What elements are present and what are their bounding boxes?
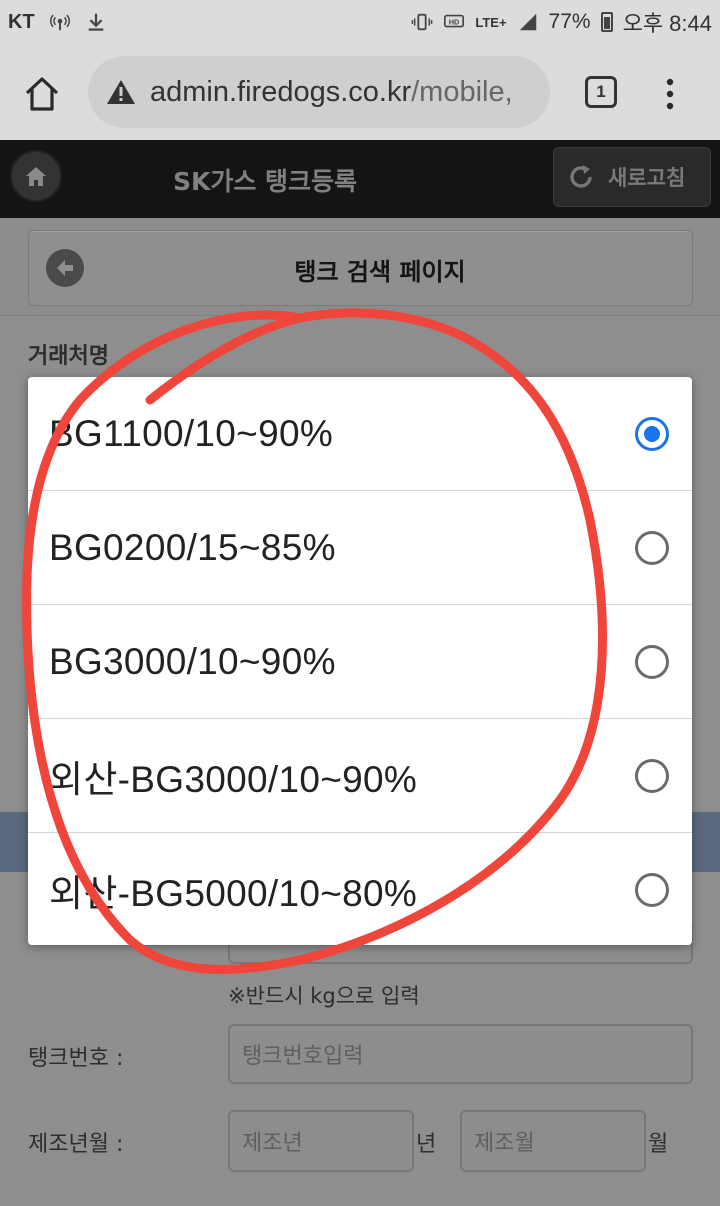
radio-button[interactable] [635,644,669,679]
weight-note: ※반드시 kg으로 입력 [228,984,420,1008]
refresh-label: 새로고침 [608,166,686,190]
url-path: /mobile, [411,75,513,108]
tank-number-input[interactable]: 탱크번호입력 [228,1024,693,1084]
url-text: admin.firedogs.co.kr/mobile, [150,76,513,109]
vibrate-icon [412,13,433,31]
option-item[interactable]: BG1100/10~90% [28,377,692,491]
month-suffix: 월 [648,1132,669,1157]
home-icon [26,167,46,186]
tank-number-label: 탱크번호 : [28,1046,124,1071]
signal-icon [519,13,536,31]
page-title: 탱크 검색 페이지 [294,258,466,286]
app-home-button[interactable] [10,150,62,202]
radio-button[interactable] [635,530,669,565]
arrow-left-icon [57,260,73,276]
option-label: BG1100/10~90% [49,412,334,454]
screen: KT HD LTE+ 77% 오후 8:44 admin.firedogs.co… [0,0,720,1206]
tab-switcher-button[interactable]: 1 [585,76,617,108]
browser-toolbar: admin.firedogs.co.kr/mobile, 1 [0,44,720,140]
battery-icon [600,12,613,32]
option-label: BG3000/10~90% [49,640,336,682]
refresh-button[interactable]: 새로고침 [553,147,711,207]
address-bar[interactable]: admin.firedogs.co.kr/mobile, [88,56,550,128]
carrier-label: KT [8,10,35,33]
warning-icon[interactable] [106,78,136,106]
radio-button[interactable] [635,873,669,907]
option-item[interactable]: 외산-BG3000/10~90% [28,719,692,833]
mfg-date-label: 제조년월 : [28,1132,124,1157]
option-label: 외산-BG5000/10~80% [49,873,418,914]
client-name-label: 거래처명 [28,344,109,369]
app-title: SK가스 탱크등록 [172,167,358,196]
url-domain: admin.firedogs.co.kr [150,75,412,108]
clock: 오후 8:44 [622,11,712,36]
tank-type-dialog: BG1100/10~90% BG0200/15~85% BG3000/10~90… [28,377,692,945]
radio-button-selected[interactable] [635,416,669,451]
browser-home-icon[interactable] [22,74,62,114]
hotspot-icon [49,14,70,31]
svg-text:HD: HD [449,17,460,26]
status-bar: KT HD LTE+ 77% 오후 8:44 [0,0,720,44]
option-item[interactable]: 외산-BG5000/10~80% [28,833,692,945]
option-label: BG0200/15~85% [49,526,336,568]
download-icon [88,13,104,31]
mfg-month-input[interactable]: 제조월 [460,1110,646,1172]
more-menu-icon[interactable] [660,74,680,114]
back-button[interactable] [46,249,84,287]
year-suffix: 년 [416,1132,437,1157]
option-item[interactable]: BG3000/10~90% [28,605,692,719]
refresh-icon [570,165,592,188]
option-item[interactable]: BG0200/15~85% [28,491,692,605]
hd-voice-icon: HD [444,14,465,28]
option-label: 외산-BG3000/10~90% [49,758,418,800]
radio-button[interactable] [635,758,669,793]
battery-percent: 77% [548,10,591,33]
mfg-year-input[interactable]: 제조년 [228,1110,414,1172]
network-type-label: LTE+ [475,14,507,30]
